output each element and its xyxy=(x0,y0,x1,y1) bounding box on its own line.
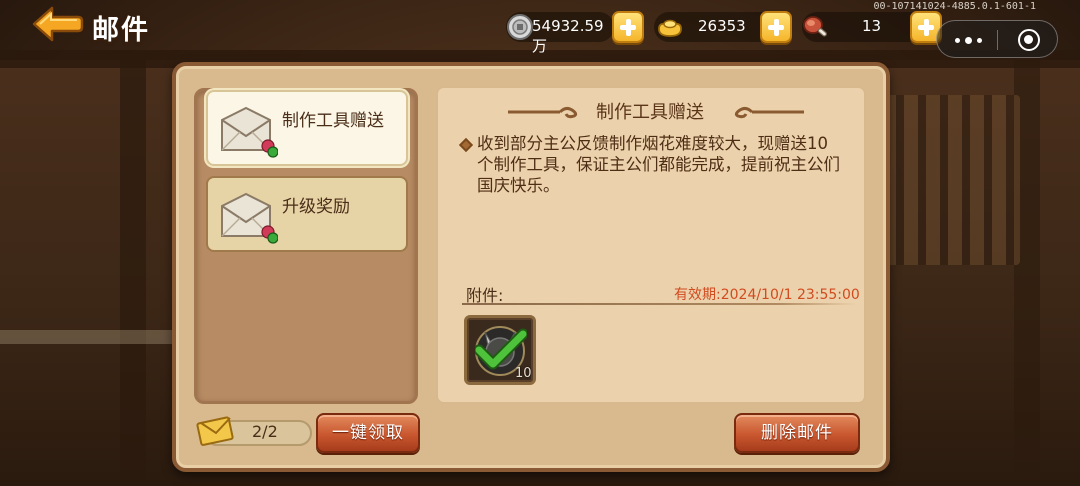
back-arrow-icon[interactable] xyxy=(30,4,84,44)
page-title: 邮件 xyxy=(92,15,150,46)
title-ornament-right-icon xyxy=(734,106,804,119)
background-pillar xyxy=(120,60,146,480)
meat-icon xyxy=(803,16,827,37)
attachment-count: 10 xyxy=(515,366,532,381)
meat-resource: 13 xyxy=(802,12,926,42)
envelope-icon xyxy=(221,106,278,158)
mail-count: 2/2 xyxy=(252,422,278,441)
mail-count-envelope-icon xyxy=(196,416,234,446)
close-miniprogram-icon[interactable] xyxy=(1018,29,1040,51)
miniprogram-capsule xyxy=(936,20,1058,58)
capsule-divider xyxy=(997,30,998,50)
envelope-icon xyxy=(221,192,278,244)
add-silver-button[interactable] xyxy=(612,11,644,43)
expiry-date: 有效期:2024/10/1 23:55:00 xyxy=(674,287,860,303)
mail-item-crafting-tools[interactable]: 制作工具赠送 xyxy=(206,90,408,166)
add-gold-button[interactable] xyxy=(760,11,792,43)
more-options-icon[interactable] xyxy=(949,29,987,51)
silver-resource: 54932.59万 xyxy=(506,12,614,55)
mail-body: 收到部分主公反馈制作烟花难度较大，现赠送10个制作工具，保证主公们都能完成，提前… xyxy=(477,134,840,195)
claim-all-button[interactable]: 一键领取 xyxy=(316,413,420,453)
mail-title: 制作工具赠送 xyxy=(596,102,704,123)
gold-ingot-icon xyxy=(658,19,682,37)
gold-amount: 26353 xyxy=(698,17,746,35)
silver-amount: 54932.59万 xyxy=(532,17,604,55)
background-rail xyxy=(0,330,180,344)
delete-mail-button[interactable]: 删除邮件 xyxy=(734,413,860,453)
meat-amount: 13 xyxy=(862,17,882,35)
mail-item-label: 制作工具赠送 xyxy=(282,111,384,131)
build-id: 00-107141024-4885.0.1-601-1 xyxy=(873,1,1036,12)
attachment-divider xyxy=(462,303,857,305)
silver-coin-icon xyxy=(507,14,533,40)
mail-item-label: 升级奖励 xyxy=(282,197,350,217)
mail-item-level-reward[interactable]: 升级奖励 xyxy=(206,176,408,252)
